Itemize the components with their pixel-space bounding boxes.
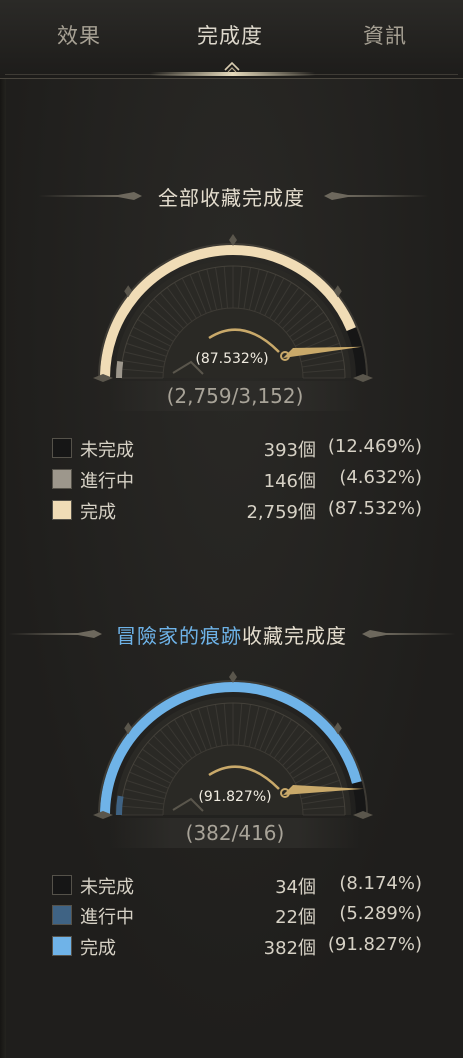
tab-bar: 效果 完成度 資訊 <box>0 0 463 79</box>
legend-count: 146個 <box>263 471 316 492</box>
adventurer-count-label: (382/416) <box>185 821 285 845</box>
incomplete-swatch <box>52 438 72 458</box>
legend-count: 2,759個 <box>246 502 316 523</box>
gauge-in-progress-arc <box>116 361 124 379</box>
overall-percent-label: (87.532%) <box>195 351 269 367</box>
legend-label: 未完成 <box>80 877 134 898</box>
legend-percent: (5.289%) <box>339 903 422 924</box>
legend-percent: (4.632%) <box>339 467 422 488</box>
legend-percent: (12.469%) <box>327 436 422 457</box>
title-right-ornament-icon <box>324 192 428 200</box>
overall-legend-incomplete: 未完成 393個 (12.469%) <box>52 436 422 461</box>
legend-label: 進行中 <box>80 471 134 492</box>
legend-label: 未完成 <box>80 440 134 461</box>
in-progress-swatch <box>52 905 72 925</box>
background <box>0 0 463 1058</box>
left-border <box>0 78 6 1058</box>
adventurer-count-plate: (382/416) <box>110 818 360 848</box>
overall-count-plate: (2,759/3,152) <box>110 381 360 411</box>
legend-count: 382個 <box>263 938 316 959</box>
legend-percent: (87.532%) <box>327 498 422 519</box>
overall-legend-complete: 完成 2,759個 (87.532%) <box>52 498 422 523</box>
legend-count: 34個 <box>275 877 316 898</box>
legend-label: 進行中 <box>80 907 134 928</box>
legend-label: 完成 <box>80 938 116 959</box>
legend-percent: (8.174%) <box>339 873 422 894</box>
tab-completion[interactable]: 完成度 <box>197 20 263 50</box>
title-right-ornament-icon <box>362 630 456 638</box>
adventurer-title-highlight: 冒險家的痕跡 <box>116 624 242 648</box>
adventurer-title-rest: 收藏完成度 <box>242 624 347 648</box>
active-tab-chevron-icon <box>224 61 240 73</box>
legend-label: 完成 <box>80 502 116 523</box>
gauge-in-progress-arc <box>116 795 124 816</box>
legend-count: 393個 <box>263 440 316 461</box>
tab-effects[interactable]: 效果 <box>57 20 101 50</box>
complete-swatch <box>52 500 72 520</box>
complete-swatch <box>52 936 72 956</box>
adventurer-legend-in-progress: 進行中 22個 (5.289%) <box>52 903 422 928</box>
adventurer-legend-complete: 完成 382個 (91.827%) <box>52 934 422 959</box>
adventurer-percent-label: (91.827%) <box>198 789 272 805</box>
legend-percent: (91.827%) <box>327 934 422 955</box>
incomplete-swatch <box>52 875 72 895</box>
in-progress-swatch <box>52 469 72 489</box>
legend-count: 22個 <box>275 907 316 928</box>
tab-info[interactable]: 資訊 <box>363 20 407 50</box>
overall-legend-in-progress: 進行中 146個 (4.632%) <box>52 467 422 492</box>
adventurer-legend-incomplete: 未完成 34個 (8.174%) <box>52 873 422 898</box>
overall-count-label: (2,759/3,152) <box>166 384 304 408</box>
